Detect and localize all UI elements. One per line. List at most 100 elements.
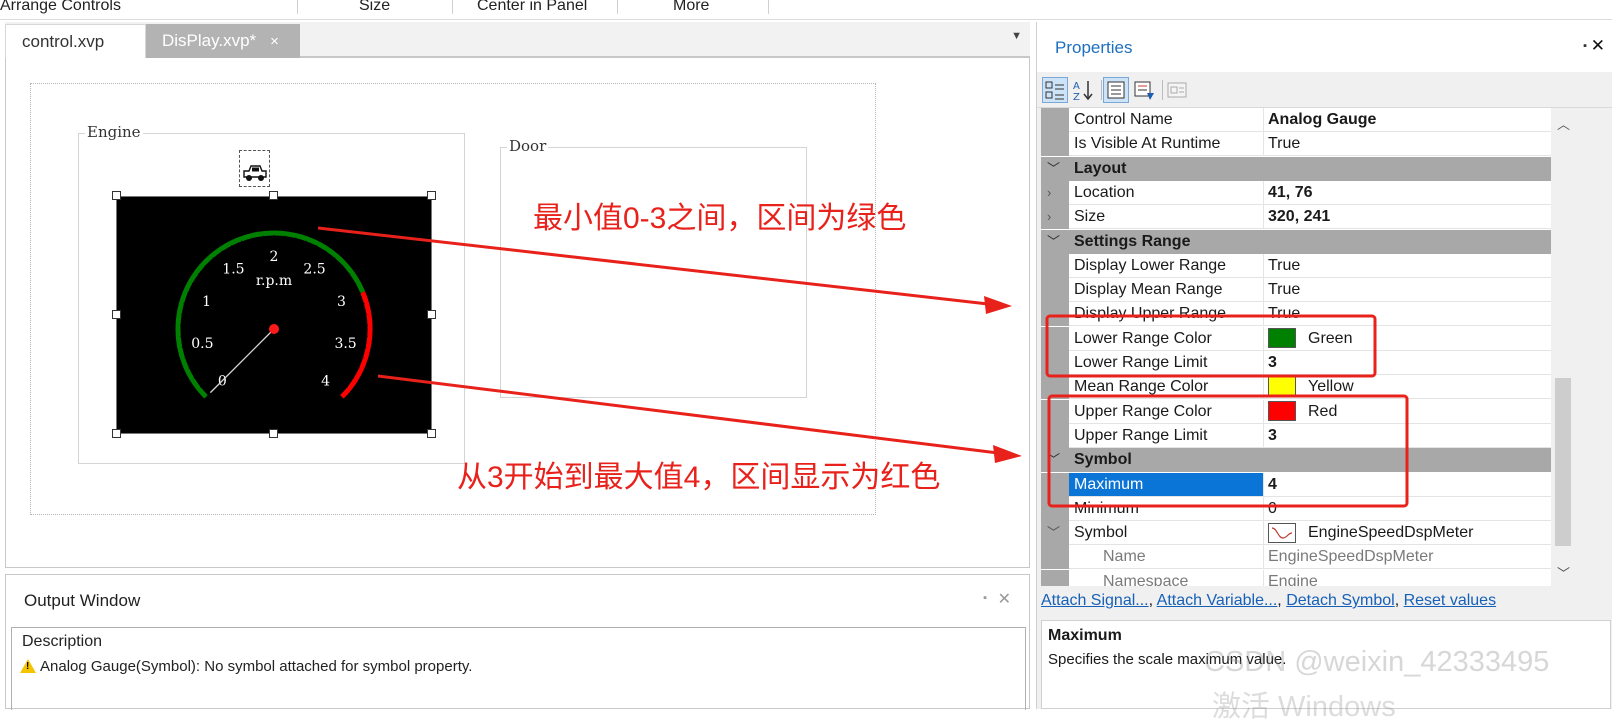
- description-column-header[interactable]: Description: [22, 633, 102, 651]
- property-row-name[interactable]: NameEngineSpeedDspMeter: [1041, 545, 1551, 569]
- arrange-controls-button[interactable]: Arrange Controls: [0, 0, 121, 15]
- resize-handle-nw[interactable]: [112, 191, 121, 200]
- chevron-down-icon[interactable]: ﹀: [1047, 448, 1060, 472]
- property-name: Layout: [1069, 157, 1551, 181]
- attach-signal-link[interactable]: Attach Signal...: [1041, 592, 1149, 609]
- analog-gauge[interactable]: 00.511.522.533.54r.p.m: [116, 196, 432, 434]
- resize-handle-n[interactable]: [269, 191, 278, 200]
- property-row-location[interactable]: › Location41, 76: [1041, 181, 1551, 205]
- resize-handle-se[interactable]: [427, 429, 436, 438]
- row-gutter: [1041, 181, 1069, 205]
- alphabetical-icon[interactable]: AZ: [1070, 77, 1096, 103]
- property-value[interactable]: True: [1264, 254, 1551, 278]
- properties-panel: Properties ▪ ✕ AZ Control NameAnalog Gau…: [1036, 22, 1612, 709]
- center-in-panel-button[interactable]: Center in Panel: [477, 0, 587, 15]
- output-window: Output Window ▪ ✕ Description Analog Gau…: [5, 574, 1030, 709]
- property-row-lower-range-limit[interactable]: Lower Range Limit3: [1041, 351, 1551, 375]
- category-symbol[interactable]: ﹀Symbol: [1041, 448, 1551, 472]
- chevron-right-icon[interactable]: ›: [1047, 205, 1051, 229]
- properties-title-bar: Properties ▪ ✕: [1037, 22, 1612, 72]
- output-list[interactable]: Description Analog Gauge(Symbol): No sym…: [11, 627, 1026, 710]
- watermark: 激活 Windows: [1212, 683, 1396, 725]
- watermark: CSDN @weixin_42333495: [1204, 646, 1549, 679]
- categorized-icon[interactable]: [1042, 77, 1068, 103]
- property-row-upper-range-color[interactable]: Upper Range ColorRed: [1041, 400, 1551, 424]
- property-row-symbol[interactable]: ﹀ SymbolEngineSpeedDspMeter: [1041, 521, 1551, 545]
- property-row-display-lower-range[interactable]: Display Lower RangeTrue: [1041, 254, 1551, 278]
- property-name: Symbol: [1069, 521, 1264, 545]
- property-value[interactable]: 41, 76: [1264, 181, 1551, 205]
- chevron-down-icon[interactable]: ﹀: [1047, 157, 1060, 181]
- property-row-lower-range-color[interactable]: Lower Range ColorGreen: [1041, 327, 1551, 351]
- chevron-down-icon[interactable]: ﹀: [1047, 230, 1060, 254]
- car-icon[interactable]: [239, 150, 270, 187]
- property-row-is-visible-at-runtime[interactable]: Is Visible At RuntimeTrue: [1041, 132, 1551, 156]
- property-name: Namespace: [1069, 570, 1264, 586]
- property-value[interactable]: Green: [1264, 327, 1551, 351]
- property-row-control-name[interactable]: Control NameAnalog Gauge: [1041, 108, 1551, 132]
- gauge-tick: [187, 293, 192, 295]
- tab-display-xvp[interactable]: DisPlay.xvp*×: [146, 24, 300, 58]
- property-value[interactable]: 3: [1264, 351, 1551, 375]
- resize-handle-e[interactable]: [427, 310, 436, 319]
- events-icon[interactable]: [1131, 77, 1157, 103]
- property-value[interactable]: 4: [1264, 473, 1551, 497]
- scroll-up-icon[interactable]: ︿: [1557, 114, 1570, 133]
- tab-close-icon[interactable]: ×: [270, 33, 279, 50]
- door-group[interactable]: Door: [500, 147, 807, 398]
- property-grid-scrollbar[interactable]: ︿ ﹀: [1551, 108, 1575, 586]
- more-button[interactable]: More: [673, 0, 709, 15]
- reset-values-link[interactable]: Reset values: [1404, 592, 1497, 609]
- size-button[interactable]: Size: [359, 0, 390, 15]
- ribbon-separator: [297, 0, 298, 14]
- gauge-tick: [194, 376, 198, 379]
- category-layout[interactable]: ﹀ Layout: [1041, 157, 1551, 181]
- property-value[interactable]: Analog Gauge: [1264, 108, 1551, 132]
- property-name: Location: [1069, 181, 1264, 205]
- property-value[interactable]: True: [1264, 132, 1551, 156]
- property-value[interactable]: EngineSpeedDspMeter: [1264, 545, 1551, 569]
- pin-icon[interactable]: ▪: [1583, 40, 1587, 52]
- property-value[interactable]: Engine: [1264, 570, 1551, 586]
- chevron-right-icon[interactable]: ›: [1047, 181, 1051, 205]
- resize-handle-w[interactable]: [112, 310, 121, 319]
- resize-handle-ne[interactable]: [427, 191, 436, 200]
- property-value[interactable]: 320, 241: [1264, 205, 1551, 229]
- property-value[interactable]: 3: [1264, 424, 1551, 448]
- output-message-row[interactable]: Analog Gauge(Symbol): No symbol attached…: [20, 657, 472, 675]
- properties-icon[interactable]: [1103, 77, 1129, 103]
- property-pages-icon[interactable]: [1164, 77, 1190, 103]
- property-row-namespace[interactable]: NamespaceEngine: [1041, 570, 1551, 586]
- property-value[interactable]: True: [1264, 302, 1551, 326]
- pin-icon[interactable]: ▪: [983, 592, 987, 604]
- category-settings-range[interactable]: ﹀Settings Range: [1041, 230, 1551, 254]
- property-row-size[interactable]: ›Size320, 241: [1041, 205, 1551, 229]
- gauge-tick: [323, 251, 326, 255]
- svg-text:A: A: [1073, 81, 1080, 92]
- property-value[interactable]: Red: [1264, 400, 1551, 424]
- property-row-mean-range-color[interactable]: Mean Range ColorYellow: [1041, 375, 1551, 399]
- attach-variable-link[interactable]: Attach Variable...: [1157, 592, 1278, 609]
- property-value[interactable]: EngineSpeedDspMeter: [1264, 521, 1551, 545]
- property-value[interactable]: 0: [1264, 497, 1551, 521]
- resize-handle-sw[interactable]: [112, 429, 121, 438]
- property-row-upper-range-limit[interactable]: Upper Range Limit3: [1041, 424, 1551, 448]
- annotation-lower-range: 最小值0-3之间，区间为绿色: [533, 193, 906, 237]
- property-grid[interactable]: Control NameAnalog GaugeIs Visible At Ru…: [1041, 108, 1551, 586]
- property-value[interactable]: True: [1264, 278, 1551, 302]
- property-row-display-mean-range[interactable]: Display Mean RangeTrue: [1041, 278, 1551, 302]
- property-row-maximum[interactable]: Maximum4: [1041, 473, 1551, 497]
- resize-handle-s[interactable]: [269, 429, 278, 438]
- tab-menu-icon[interactable]: ▼: [1011, 30, 1022, 42]
- property-row-display-upper-range[interactable]: Display Upper RangeTrue: [1041, 302, 1551, 326]
- close-icon[interactable]: ✕: [998, 589, 1011, 609]
- detach-symbol-link[interactable]: Detach Symbol: [1286, 592, 1395, 609]
- property-value[interactable]: Yellow: [1264, 375, 1551, 399]
- chevron-down-icon[interactable]: ﹀: [1047, 521, 1060, 545]
- scroll-down-icon[interactable]: ﹀: [1557, 563, 1570, 582]
- property-row-minimum[interactable]: Minimum0: [1041, 497, 1551, 521]
- property-commands: Attach Signal..., Attach Variable..., De…: [1041, 592, 1611, 618]
- tab-control-xvp[interactable]: control.xvp: [5, 24, 146, 58]
- scroll-thumb[interactable]: [1555, 378, 1571, 546]
- close-icon[interactable]: ✕: [1591, 36, 1605, 56]
